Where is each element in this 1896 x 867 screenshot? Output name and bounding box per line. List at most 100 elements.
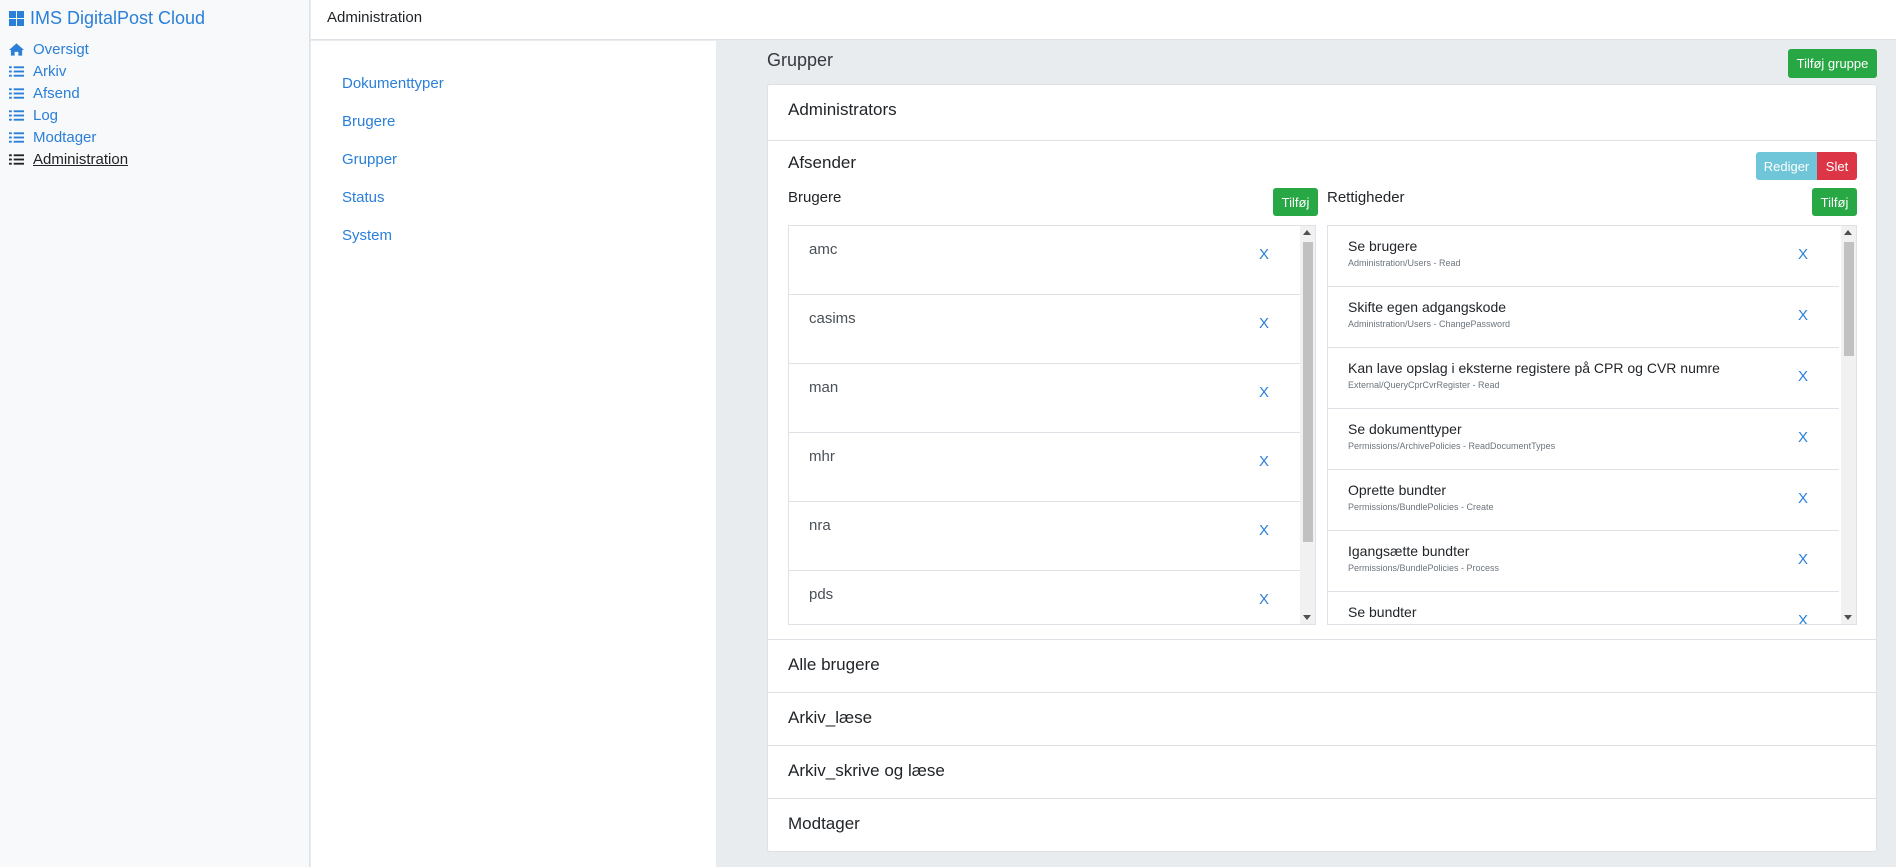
remove-right-button[interactable]: X bbox=[1798, 612, 1808, 624]
sidebar-item-label: Arkiv bbox=[33, 62, 67, 80]
user-name: casims bbox=[809, 310, 856, 327]
list-item: Se dokumenttyper Permissions/ArchivePoli… bbox=[1328, 409, 1839, 470]
remove-right-button[interactable]: X bbox=[1798, 551, 1808, 568]
sidebar-item-administration[interactable]: Administration bbox=[9, 148, 128, 170]
right-code: Permissions/BundlePolicies - Process bbox=[1348, 563, 1500, 573]
list-icon bbox=[9, 153, 24, 165]
list-item: Kan lave opslag i eksterne registere på … bbox=[1328, 348, 1839, 409]
sidebar-item-label: Afsend bbox=[33, 84, 80, 102]
scroll-thumb[interactable] bbox=[1844, 242, 1854, 356]
group-row-alle-brugere[interactable]: Alle brugere bbox=[768, 640, 1876, 693]
remove-user-button[interactable]: X bbox=[1259, 384, 1269, 401]
right-name: Kan lave opslag i eksterne registere på … bbox=[1348, 360, 1720, 376]
remove-right-button[interactable]: X bbox=[1798, 307, 1808, 324]
group-name: Arkiv_skrive og læse bbox=[788, 761, 945, 780]
submenu-item-system[interactable]: System bbox=[342, 227, 392, 244]
user-name: amc bbox=[809, 241, 838, 258]
scroll-down-arrow-icon[interactable] bbox=[1303, 615, 1311, 620]
submenu-item-brugere[interactable]: Brugere bbox=[342, 113, 395, 130]
add-group-button[interactable]: Tilføj gruppe bbox=[1788, 49, 1877, 78]
sidebar-item-arkiv[interactable]: Arkiv bbox=[9, 60, 128, 82]
sidebar-nav: Oversigt Arkiv Afsend Log Modtager Admin… bbox=[9, 38, 128, 170]
right-name: Igangsætte bundter bbox=[1348, 543, 1470, 559]
user-name: pds bbox=[809, 586, 834, 603]
list-icon bbox=[9, 87, 24, 99]
scroll-thumb[interactable] bbox=[1303, 242, 1313, 542]
group-name: Administrators bbox=[788, 100, 897, 119]
add-right-button[interactable]: Tilføj bbox=[1812, 188, 1857, 216]
scroll-up-arrow-icon[interactable] bbox=[1844, 230, 1852, 235]
right-code: Permissions/BundlePolicies - Create bbox=[1348, 502, 1494, 512]
user-name: man bbox=[809, 379, 839, 396]
users-section-label: Brugere bbox=[788, 189, 842, 206]
user-name: nra bbox=[809, 517, 831, 534]
admin-submenu: Dokumenttyper Brugere Grupper Status Sys… bbox=[311, 41, 716, 867]
rights-scrollbar[interactable] bbox=[1841, 226, 1856, 624]
submenu-item-status[interactable]: Status bbox=[342, 189, 385, 206]
list-item: Se brugere Administration/Users - Read X bbox=[1328, 226, 1839, 287]
add-user-button[interactable]: Tilføj bbox=[1273, 188, 1318, 216]
scroll-up-arrow-icon[interactable] bbox=[1303, 230, 1311, 235]
group-name: Arkiv_læse bbox=[788, 708, 873, 727]
group-row-afsender: Afsender Rediger Slet Brugere Tilføj Ret… bbox=[768, 141, 1876, 640]
app-brand[interactable]: IMS DigitalPost Cloud bbox=[9, 8, 205, 29]
sidebar-item-oversigt[interactable]: Oversigt bbox=[9, 38, 128, 60]
group-row-arkiv-skrive-og-laese[interactable]: Arkiv_skrive og læse bbox=[768, 746, 1876, 799]
delete-group-button[interactable]: Slet bbox=[1817, 152, 1857, 180]
right-name: Se brugere bbox=[1348, 238, 1418, 254]
submenu-item-dokumenttyper[interactable]: Dokumenttyper bbox=[342, 75, 444, 92]
group-name: Modtager bbox=[788, 814, 860, 833]
remove-user-button[interactable]: X bbox=[1259, 591, 1269, 608]
remove-right-button[interactable]: X bbox=[1798, 368, 1808, 385]
right-name: Se bundter bbox=[1348, 604, 1417, 620]
sidebar-item-label: Log bbox=[33, 106, 59, 124]
list-icon bbox=[9, 131, 24, 143]
group-row-arkiv-laese[interactable]: Arkiv_læse bbox=[768, 693, 1876, 746]
list-item: pds X bbox=[789, 571, 1300, 624]
sidebar-item-afsend[interactable]: Afsend bbox=[9, 82, 128, 104]
right-name: Se dokumenttyper bbox=[1348, 421, 1462, 437]
home-icon bbox=[9, 42, 24, 56]
remove-user-button[interactable]: X bbox=[1259, 246, 1269, 263]
right-code: Administration/Users - ChangePassword bbox=[1348, 319, 1511, 329]
list-item: casims X bbox=[789, 295, 1300, 364]
rights-list: Se brugere Administration/Users - Read X… bbox=[1327, 225, 1857, 625]
list-item: amc X bbox=[789, 226, 1300, 295]
list-icon bbox=[9, 109, 24, 121]
remove-right-button[interactable]: X bbox=[1798, 429, 1808, 446]
sidebar-item-label: Administration bbox=[33, 150, 129, 168]
right-code: Permissions/ArchivePolicies - ReadDocume… bbox=[1348, 441, 1556, 451]
edit-group-button[interactable]: Rediger bbox=[1756, 152, 1817, 180]
list-item: Skifte egen adgangskode Administration/U… bbox=[1328, 287, 1839, 348]
list-icon bbox=[9, 65, 24, 77]
list-item: Oprette bundter Permissions/BundlePolici… bbox=[1328, 470, 1839, 531]
right-name: Oprette bundter bbox=[1348, 482, 1447, 498]
sidebar: IMS DigitalPost Cloud Oversigt Arkiv Afs… bbox=[0, 0, 310, 867]
submenu-item-grupper[interactable]: Grupper bbox=[342, 151, 397, 168]
windows-grid-icon bbox=[9, 11, 24, 26]
list-item: man X bbox=[789, 364, 1300, 433]
list-item: nra X bbox=[789, 502, 1300, 571]
remove-user-button[interactable]: X bbox=[1259, 315, 1269, 332]
sidebar-item-log[interactable]: Log bbox=[9, 104, 128, 126]
group-row-administrators[interactable]: Administrators bbox=[768, 85, 1876, 141]
page-title: Administration bbox=[327, 9, 423, 26]
remove-right-button[interactable]: X bbox=[1798, 246, 1808, 263]
sidebar-item-label: Oversigt bbox=[33, 40, 89, 58]
groups-heading: Grupper bbox=[767, 50, 834, 70]
users-scrollbar[interactable] bbox=[1300, 226, 1315, 624]
right-code: Administration/Users - Read bbox=[1348, 258, 1461, 268]
right-name: Skifte egen adgangskode bbox=[1348, 299, 1507, 315]
list-item: Igangsætte bundter Permissions/BundlePol… bbox=[1328, 531, 1839, 592]
remove-user-button[interactable]: X bbox=[1259, 453, 1269, 470]
group-name: Alle brugere bbox=[788, 655, 880, 674]
remove-right-button[interactable]: X bbox=[1798, 490, 1808, 507]
remove-user-button[interactable]: X bbox=[1259, 522, 1269, 539]
list-item: mhr X bbox=[789, 433, 1300, 502]
group-row-modtager[interactable]: Modtager bbox=[768, 799, 1876, 851]
sidebar-item-modtager[interactable]: Modtager bbox=[9, 126, 128, 148]
list-item: Se bundter X bbox=[1328, 592, 1839, 624]
users-list: amc X casims X man X mhr X nra X pds X bbox=[788, 225, 1316, 625]
group-name[interactable]: Afsender bbox=[788, 153, 856, 173]
scroll-down-arrow-icon[interactable] bbox=[1844, 615, 1852, 620]
